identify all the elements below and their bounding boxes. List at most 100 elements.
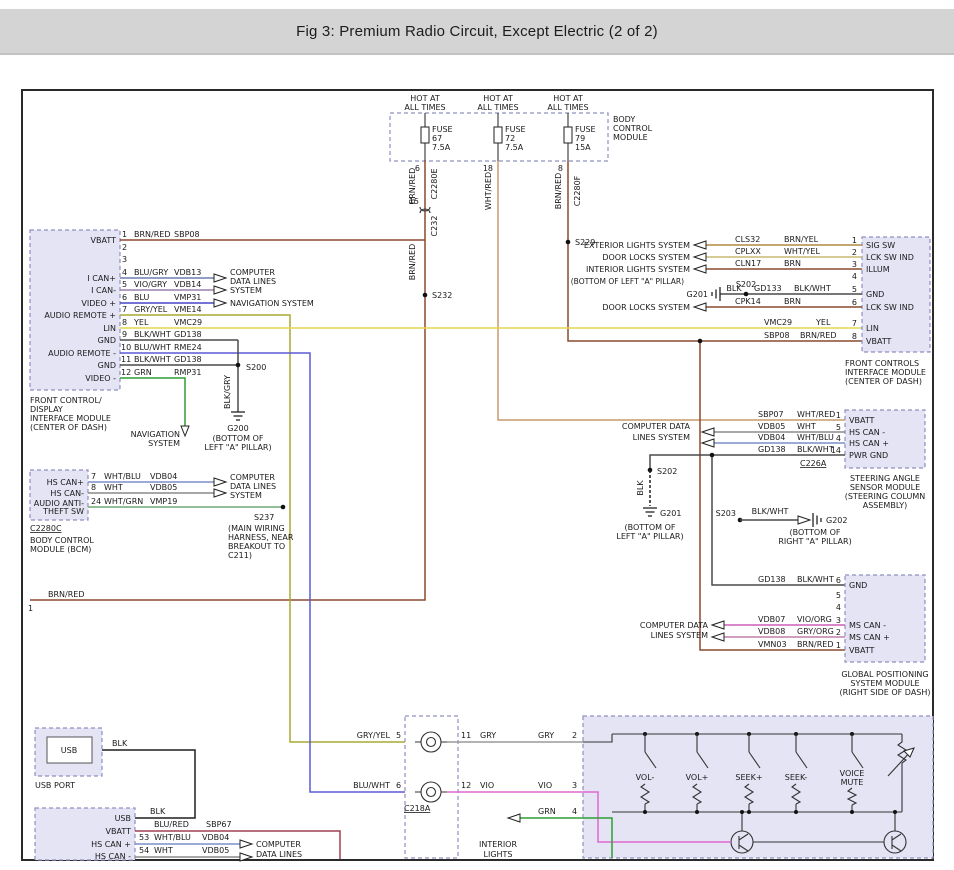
wire-color-label: BLK/WHT [752,507,789,516]
circuit-label: SBP67 [206,820,232,829]
pin-number: 8 [91,483,96,492]
wire-color-label: WHT/BLU [797,433,834,442]
circuit-label: GD138 [758,575,786,584]
wire-color-label: VIO [480,781,494,790]
connector-label: C2280E [430,169,439,200]
button-label: VOL- [636,773,655,782]
module-name: BODY [613,115,635,124]
wire-color-label: BRN/RED [797,640,834,649]
wire-color-label: VIO [538,781,552,790]
circuit-label: VMP31 [174,293,201,302]
module-name: MODULE [613,133,648,142]
button-label: VOICE [840,769,865,778]
circuit-label: GD138 [174,355,202,364]
hot-at-label: HOT AT [410,94,440,103]
system-ref: LINES SYSTEM [651,631,708,640]
pin-name: VBATT [866,337,892,346]
circuit-label: RMP31 [174,368,201,377]
circuit-label: VDB04 [202,833,229,842]
pin-name: VBATT [849,646,875,655]
wire-color-label: GRY/YEL [134,305,168,314]
ground-label: G201 [660,509,681,518]
pin-name: THEFT SW [42,507,84,516]
splice-dot [236,363,241,368]
ground-location: (BOTTOM OF LEFT "A" PILLAR) [571,277,684,286]
pin-number: 15 [409,197,419,206]
pin-number: 5 [852,285,857,294]
pin-number: 14 [831,446,841,455]
pin-name: AUDIO REMOTE - [48,349,116,358]
pin-name: I CAN+ [87,274,116,283]
pin-name: HS CAN - [849,428,885,437]
wire-color-label: WHT/BLU [104,472,141,481]
splice-label: S200 [246,363,266,372]
wire-color-label: BLU [134,293,150,302]
splice-label: S237 [254,513,274,522]
pin-number: 1 [836,641,841,650]
wire-color-label: BRN/RED [134,230,171,239]
wire-color-label: WHT [797,422,816,431]
wire-color-label: GRY [480,731,496,740]
pin-number: 6 [852,298,857,307]
system-ref: SYSTEM [230,491,262,500]
module-name: SYSTEM MODULE [850,679,919,688]
pin-name: HS CAN + [91,840,131,849]
pin-name: SIG SW [866,241,895,250]
system-ref: INTERIOR [479,840,518,849]
pin-number: 12 [461,781,471,790]
pin-number: 4 [122,268,127,277]
module-name: STEERING ANGLE [850,474,920,483]
system-ref: DATA LINES [256,850,302,859]
pin-number: 1 [122,230,127,239]
pin-number: 7 [122,305,127,314]
system-ref: COMPUTER DATA [622,422,691,431]
system-ref: NAVIGATION SYSTEM [230,299,314,308]
circuit-label: VDB04 [758,433,785,442]
wire-color-label: GRY/ORG [797,627,834,636]
ground-location: (BOTTOM OF [789,528,840,537]
circuit-label: VME14 [174,305,202,314]
circuit-label: GD138 [174,330,202,339]
module-name: SENSOR MODULE [850,483,920,492]
circuit-label: VDB05 [202,846,229,855]
pin-number: 1 [836,411,841,420]
circuit-label: SBP07 [758,410,784,419]
wire-color-label: WHT/RED [484,172,493,210]
pin-number: 9 [122,330,127,339]
fuse-label: FUSE [505,125,526,134]
system-ref: NAVIGATION [131,430,180,439]
module-name: FRONT CONTROL/ [30,396,102,405]
wire-color-label: BLK/WHT [134,330,171,339]
wire-color-label: YEL [815,318,831,327]
fuse-label: FUSE [432,125,453,134]
pin-number: 10 [121,343,131,352]
pin-name: GND [98,336,116,345]
system-ref: COMPUTER [230,268,275,277]
pin-name: LIN [103,324,116,333]
pin-number: 4 [836,434,841,443]
module-name: (CENTER OF DASH) [30,423,107,432]
connector-label: C2280F [573,175,582,206]
pin-number: 7 [852,319,857,328]
system-ref: SYSTEM [230,286,262,295]
module-box [583,716,933,858]
pin-number: 3 [836,616,841,625]
pin-number: 8 [122,318,127,327]
pin-number: 2 [122,243,127,252]
circuit-label: RME24 [174,343,202,352]
system-ref: EXTERIOR LIGHTS SYSTEM [584,241,690,250]
pin-name: AUDIO REMOTE + [44,311,116,320]
circuit-label: VDB07 [758,615,785,624]
pin-name: GND [866,290,884,299]
pin-name: MS CAN + [849,633,890,642]
circuit-label: VMC29 [174,318,202,327]
fuse-label: 67 [432,134,442,143]
pin-name: HS CAN+ [47,478,84,487]
wire-color-label: BRN/RED [48,590,85,599]
wire-color-label: GRY [538,731,554,740]
pin-number: 53 [139,833,149,842]
wire-color-label: BLU/WHT [353,781,390,790]
pin-number: 1 [852,236,857,245]
pin-name: LIN [866,324,879,333]
wire-color-label: BRN/RED [554,173,563,210]
